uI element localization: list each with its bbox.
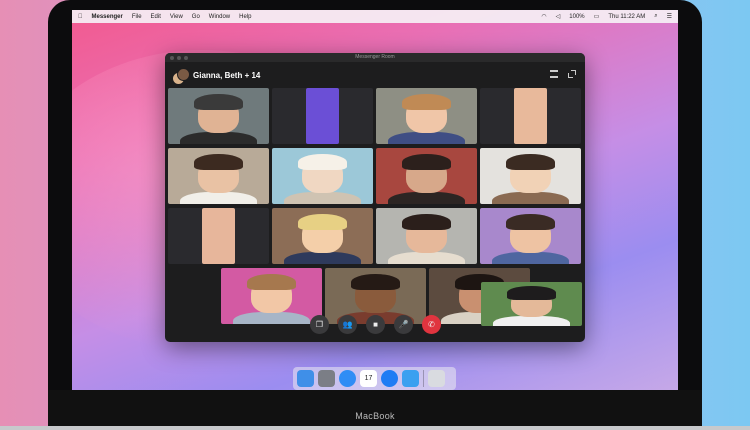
device-label: MacBook — [355, 411, 395, 421]
participants-icon[interactable]: 👥 — [338, 315, 357, 334]
participant-video-tile[interactable] — [272, 208, 373, 264]
control-center-icon[interactable]: ☰ — [667, 13, 672, 20]
participant-video-tile[interactable] — [168, 88, 269, 144]
call-controls: ❐ 👥 ■ 🎤 ✆ — [310, 315, 441, 334]
participant-video-tile[interactable] — [480, 88, 581, 144]
apple-icon[interactable]:  — [78, 14, 83, 20]
battery-percent[interactable]: 100% — [569, 14, 584, 20]
clock[interactable]: Thu 11:22 AM — [608, 14, 645, 20]
end-call-icon[interactable]: ✆ — [422, 315, 441, 334]
calendar-icon[interactable]: 17 — [360, 370, 377, 387]
menu-file[interactable]: File — [132, 14, 142, 20]
participant-video-tile[interactable] — [481, 282, 582, 326]
messenger-room-window: Messenger Room Gianna, Beth + 14 ❐ 👥 ■ 🎤 ✆ — [165, 53, 585, 342]
participant-video-tile[interactable] — [272, 148, 373, 204]
room-header: Gianna, Beth + 14 — [165, 62, 585, 88]
participant-video-tile[interactable] — [376, 148, 477, 204]
fullscreen-icon[interactable] — [568, 70, 576, 78]
menu-edit[interactable]: Edit — [151, 14, 161, 20]
dock: 17 — [293, 367, 456, 390]
zoom-window-button[interactable] — [184, 56, 188, 60]
participant-video-tile[interactable] — [168, 208, 269, 264]
grid-view-icon[interactable] — [550, 70, 558, 78]
system-preferences-icon[interactable] — [318, 370, 335, 387]
minimize-window-button[interactable] — [177, 56, 181, 60]
app-store-icon[interactable] — [402, 370, 419, 387]
battery-icon[interactable]: ▭ — [594, 13, 600, 20]
participant-video-tile[interactable] — [168, 148, 269, 204]
video-camera-icon[interactable]: ■ — [366, 315, 385, 334]
volume-icon[interactable]: ◁ — [556, 13, 561, 20]
finder-icon[interactable] — [297, 370, 314, 387]
participant-video-tile[interactable] — [480, 148, 581, 204]
room-name: Gianna, Beth + 14 — [193, 71, 261, 80]
search-icon[interactable]: ⌕ — [654, 13, 657, 20]
participant-video-tile[interactable] — [480, 208, 581, 264]
menu-bar:  Messenger File Edit View Go Window Hel… — [72, 10, 678, 23]
messages-icon[interactable] — [339, 370, 356, 387]
share-screen-icon[interactable]: ❐ — [310, 315, 329, 334]
window-title: Messenger Room — [355, 54, 395, 60]
laptop-base — [0, 426, 750, 430]
participant-video-tile[interactable] — [376, 88, 477, 144]
menu-view[interactable]: View — [170, 14, 183, 20]
close-window-button[interactable] — [170, 56, 174, 60]
participant-video-tile[interactable] — [221, 268, 322, 324]
menu-go[interactable]: Go — [192, 14, 200, 20]
participant-video-tile[interactable] — [376, 208, 477, 264]
window-titlebar: Messenger Room — [165, 53, 585, 62]
video-grid — [168, 88, 582, 338]
participant-video-tile[interactable] — [272, 88, 373, 144]
messenger-icon[interactable] — [381, 370, 398, 387]
menu-help[interactable]: Help — [239, 14, 251, 20]
menu-window[interactable]: Window — [209, 14, 230, 20]
laptop-chin — [48, 390, 702, 428]
trash-icon[interactable] — [428, 370, 445, 387]
participant-avatars — [172, 68, 190, 85]
microphone-icon[interactable]: 🎤 — [394, 315, 413, 334]
wifi-icon[interactable]: ◠ — [541, 13, 546, 20]
menu-app-name[interactable]: Messenger — [92, 14, 123, 20]
